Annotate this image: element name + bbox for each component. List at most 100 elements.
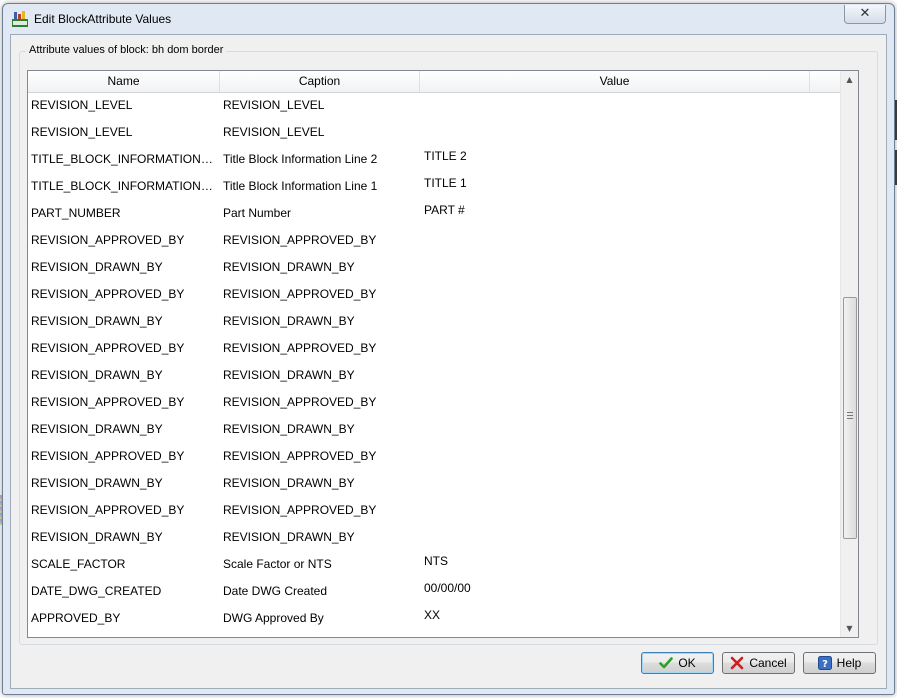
table-row[interactable]: REVISION_APPROVED_BY REVISION_APPROVED_BY	[28, 227, 840, 254]
cell-value[interactable]	[424, 305, 809, 332]
cell-caption: Part Number	[223, 206, 292, 220]
table-row[interactable]: SCALE_FACTOR Scale Factor or NTS NTS	[28, 551, 840, 578]
vertical-scrollbar[interactable]: ▲ ▼	[840, 71, 858, 637]
cell-caption: REVISION_APPROVED_BY	[223, 341, 377, 355]
table-row[interactable]: REVISION_DRAWN_BY REVISION_DRAWN_BY	[28, 470, 840, 497]
cell-name: REVISION_APPROVED_BY	[31, 395, 185, 409]
cell-caption: REVISION_LEVEL	[223, 98, 325, 112]
close-icon: ✕	[859, 6, 871, 21]
cell-value[interactable]	[424, 251, 809, 278]
cell-name: TITLE_BLOCK_INFORMATION_LI...	[31, 152, 219, 166]
table-row[interactable]: REVISION_DRAWN_BY REVISION_DRAWN_BY	[28, 362, 840, 389]
cancel-button[interactable]: Cancel	[722, 652, 795, 674]
grip-icon	[847, 412, 853, 420]
cell-caption: REVISION_DRAWN_BY	[223, 260, 355, 274]
scroll-up-arrow-icon[interactable]: ▲	[841, 71, 858, 88]
cell-caption: REVISION_LEVEL	[223, 125, 325, 139]
cell-value[interactable]	[424, 224, 809, 251]
help-button[interactable]: ? Help	[803, 652, 876, 674]
cell-value[interactable]	[424, 413, 809, 440]
cell-name: REVISION_DRAWN_BY	[31, 422, 163, 436]
cell-name: REVISION_APPROVED_BY	[31, 503, 185, 517]
cell-caption: REVISION_APPROVED_BY	[223, 233, 377, 247]
cell-value[interactable]	[424, 89, 809, 116]
cell-name: DATE_DWG_CREATED	[31, 584, 162, 598]
attribute-grid[interactable]: Name Caption Value REVISION_LEVEL REVISIO…	[27, 70, 859, 638]
cell-name: REVISION_DRAWN_BY	[31, 368, 163, 382]
cell-value[interactable]: XX	[424, 602, 809, 629]
close-button[interactable]: ✕	[844, 5, 886, 24]
table-row[interactable]: REVISION_DRAWN_BY REVISION_DRAWN_BY	[28, 254, 840, 281]
table-row[interactable]: REVISION_APPROVED_BY REVISION_APPROVED_BY	[28, 443, 840, 470]
cell-name: REVISION_APPROVED_BY	[31, 449, 185, 463]
table-row[interactable]: REVISION_APPROVED_BY REVISION_APPROVED_BY	[28, 497, 840, 524]
cell-value[interactable]	[424, 521, 809, 548]
cell-value[interactable]	[424, 359, 809, 386]
table-row[interactable]: REVISION_APPROVED_BY REVISION_APPROVED_BY	[28, 281, 840, 308]
table-row[interactable]: REVISION_DRAWN_BY REVISION_DRAWN_BY	[28, 524, 840, 551]
cell-caption: Date DWG Created	[223, 584, 328, 598]
cell-name: REVISION_LEVEL	[31, 98, 133, 112]
cell-name: REVISION_APPROVED_BY	[31, 287, 185, 301]
table-row[interactable]: REVISION_APPROVED_BY REVISION_APPROVED_BY	[28, 389, 840, 416]
cell-value[interactable]	[424, 278, 809, 305]
table-row[interactable]: APPROVED_BY DWG Approved By XX	[28, 605, 840, 632]
cell-value[interactable]	[424, 494, 809, 521]
cell-value[interactable]	[424, 440, 809, 467]
window-title: Edit BlockAttribute Values	[34, 12, 172, 26]
help-label: Help	[836, 656, 862, 670]
column-header-filler	[810, 71, 841, 92]
ok-label: OK	[678, 656, 696, 670]
title-bar[interactable]: Edit BlockAttribute Values ✕	[3, 4, 894, 34]
scroll-down-arrow-icon[interactable]: ▼	[841, 620, 858, 637]
table-row[interactable]: REVISION_APPROVED_BY REVISION_APPROVED_BY	[28, 335, 840, 362]
edit-block-attribute-dialog: Edit BlockAttribute Values ✕ Attribute v…	[2, 3, 895, 695]
table-row[interactable]: REVISION_LEVEL REVISION_LEVEL	[28, 92, 840, 119]
table-row[interactable]: REVISION_DRAWN_BY REVISION_DRAWN_BY	[28, 416, 840, 443]
cell-name: SCALE_FACTOR	[31, 557, 126, 571]
grid-rows: REVISION_LEVEL REVISION_LEVEL REVISION_LEV…	[28, 92, 840, 632]
cell-value[interactable]: TITLE 2	[424, 143, 809, 170]
table-row[interactable]: TITLE_BLOCK_INFORMATION_LI... Title Block…	[28, 173, 840, 200]
table-row[interactable]: REVISION_LEVEL REVISION_LEVEL	[28, 119, 840, 146]
column-header-caption[interactable]: Caption	[220, 71, 420, 92]
cell-value[interactable]	[424, 332, 809, 359]
cell-name: REVISION_LEVEL	[31, 125, 133, 139]
cell-name: REVISION_DRAWN_BY	[31, 314, 163, 328]
cell-value[interactable]	[424, 116, 809, 143]
scrollbar-thumb[interactable]	[843, 297, 857, 539]
cell-caption: Title Block Information Line 1	[223, 179, 378, 193]
block-attribute-icon	[12, 11, 28, 27]
question-mark-icon: ?	[817, 656, 832, 670]
cell-caption: REVISION_APPROVED_BY	[223, 395, 377, 409]
cell-caption: REVISION_APPROVED_BY	[223, 449, 377, 463]
table-row[interactable]: TITLE_BLOCK_INFORMATION_LI... Title Block…	[28, 146, 840, 173]
red-x-icon	[731, 656, 744, 670]
cell-name: REVISION_DRAWN_BY	[31, 530, 163, 544]
cell-value[interactable]	[424, 467, 809, 494]
cancel-label: Cancel	[749, 656, 787, 670]
table-row[interactable]: DATE_DWG_CREATED Date DWG Created 00/00/00	[28, 578, 840, 605]
cell-name: PART_NUMBER	[31, 206, 121, 220]
cell-caption: REVISION_DRAWN_BY	[223, 530, 355, 544]
table-row[interactable]: REVISION_DRAWN_BY REVISION_DRAWN_BY	[28, 308, 840, 335]
cell-value[interactable]	[424, 386, 809, 413]
cell-caption: REVISION_APPROVED_BY	[223, 503, 377, 517]
cell-caption: Title Block Information Line 2	[223, 152, 378, 166]
column-header-name[interactable]: Name	[28, 71, 220, 92]
cell-name: TITLE_BLOCK_INFORMATION_LI...	[31, 179, 219, 193]
green-check-icon	[659, 657, 674, 669]
table-row[interactable]: PART_NUMBER Part Number PART #	[28, 200, 840, 227]
cell-value[interactable]: NTS	[424, 548, 809, 575]
ok-button[interactable]: OK	[641, 652, 714, 674]
group-label: Attribute values of block: bh dom border	[26, 44, 227, 56]
cell-value[interactable]: 00/00/00	[424, 575, 809, 602]
cell-value[interactable]: PART #	[424, 197, 809, 224]
cell-caption: DWG Approved By	[223, 611, 324, 625]
cell-caption: REVISION_DRAWN_BY	[223, 314, 355, 328]
cell-value[interactable]: TITLE 1	[424, 170, 809, 197]
cell-caption: REVISION_DRAWN_BY	[223, 422, 355, 436]
cell-caption: REVISION_DRAWN_BY	[223, 476, 355, 490]
cell-name: REVISION_APPROVED_BY	[31, 341, 185, 355]
svg-text:?: ?	[822, 659, 828, 670]
